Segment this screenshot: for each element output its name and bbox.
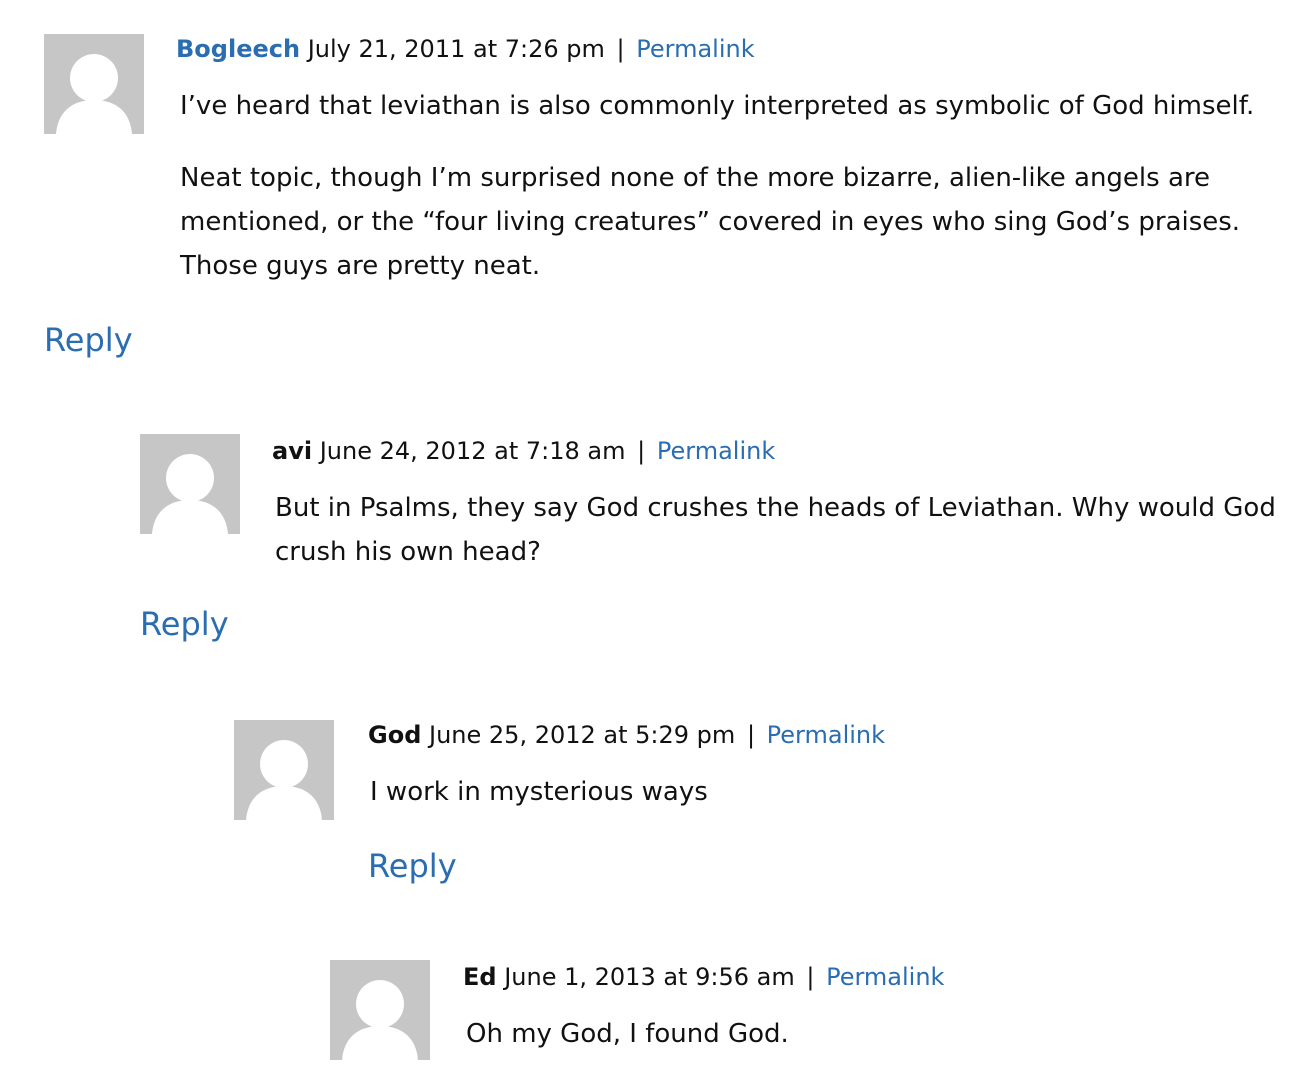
comment-author-link[interactable]: Bogleech [176, 35, 300, 63]
avatar [330, 960, 430, 1060]
comment-author: avi [272, 437, 313, 465]
reply-button[interactable]: Reply [140, 604, 229, 644]
reply-button[interactable]: Reply [44, 320, 133, 360]
comment-paragraph: Neat topic, though I’m surprised none of… [180, 163, 1241, 281]
default-user-avatar-icon [152, 454, 228, 534]
comment-paragraph: Oh my God, I found God. [466, 1019, 789, 1049]
default-user-avatar-icon [56, 54, 132, 134]
avatar [140, 434, 240, 534]
comment-meta: Ed June 1, 2013 at 9:56 am | Permalink [463, 962, 944, 992]
comment-date: June 25, 2012 at 5:29 pm [429, 721, 736, 749]
meta-separator: | [806, 963, 815, 991]
permalink-link[interactable]: Permalink [657, 437, 775, 465]
comment-author: God [368, 721, 422, 749]
comment-body: I’ve heard that leviathan is also common… [180, 84, 1300, 288]
reply-button[interactable]: Reply [368, 846, 457, 886]
avatar [234, 720, 334, 820]
default-user-avatar-icon [342, 980, 418, 1060]
avatar [44, 34, 144, 134]
comment-date: June 1, 2013 at 9:56 am [504, 963, 795, 991]
comment-meta: God June 25, 2012 at 5:29 pm | Permalink [368, 720, 885, 750]
comment-paragraph: But in Psalms, they say God crushes the … [275, 493, 1276, 567]
comment-meta: Bogleech July 21, 2011 at 7:26 pm | Perm… [176, 34, 755, 64]
comment-paragraph: I’ve heard that leviathan is also common… [180, 91, 1255, 121]
comment-date: July 21, 2011 at 7:26 pm [307, 35, 605, 63]
comment-paragraph: I work in mysterious ways [370, 777, 708, 807]
meta-separator: | [637, 437, 646, 465]
default-user-avatar-icon [246, 740, 322, 820]
comment-body: Oh my God, I found God. [466, 1012, 1286, 1056]
permalink-link[interactable]: Permalink [636, 35, 754, 63]
comment-author: Ed [463, 963, 497, 991]
comment-body: But in Psalms, they say God crushes the … [275, 486, 1295, 574]
comment-body: I work in mysterious ways [370, 770, 1270, 814]
permalink-link[interactable]: Permalink [767, 721, 885, 749]
meta-separator: | [616, 35, 625, 63]
comment-date: June 24, 2012 at 7:18 am [319, 437, 626, 465]
meta-separator: | [746, 721, 756, 749]
comment-meta: avi June 24, 2012 at 7:18 am | Permalink [272, 436, 775, 466]
permalink-link[interactable]: Permalink [826, 963, 944, 991]
